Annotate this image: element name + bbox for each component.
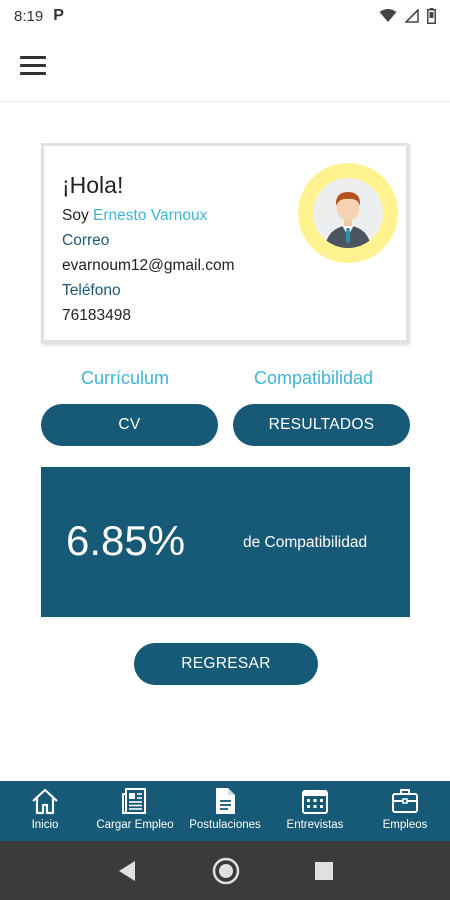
newspaper-icon [122,788,146,814]
system-nav-bar [0,841,450,900]
profile-card: ¡Hola! Soy Ernesto Varnoux Correo evarno… [41,143,409,343]
phone-label: Teléfono [62,282,121,299]
phone-value: 76183498 [62,307,131,324]
recents-icon[interactable] [315,861,333,880]
nav-label-inicio: Inicio [31,819,59,831]
nav-item-entrevistas[interactable]: Entrevistas [270,781,360,841]
cv-button[interactable]: CV [41,404,218,446]
status-time: 8:19 [14,7,44,25]
back-icon[interactable] [117,860,137,882]
nav-item-postulaciones[interactable]: Postulaciones [180,781,270,841]
resultados-button[interactable]: RESULTADOS [233,404,410,446]
battery-icon [427,8,436,24]
menu-icon[interactable] [20,56,46,76]
app-notification-badge: P [53,7,64,24]
home-icon [32,788,58,815]
home-button-icon[interactable] [212,857,240,885]
status-icons [379,8,436,24]
signal-icon [405,9,419,23]
app-bar [0,32,450,102]
avatar-person-icon [313,178,383,248]
wifi-icon [379,9,397,22]
compatibility-percentage: 6.85% [66,517,186,564]
name-line: Soy Ernesto Varnoux [62,203,235,228]
document-icon [216,788,235,814]
status-bar: 8:19 P [0,0,450,32]
calendar-icon [302,790,328,814]
curriculum-label: Currículum [81,368,170,388]
nav-label-empleos: Empleos [382,819,428,831]
avatar [298,163,398,263]
user-name: Ernesto Varnoux [93,207,208,224]
compatibility-label: Compatibilidad [254,368,374,388]
nav-item-empleos[interactable]: Empleos [360,781,450,841]
nav-item-cargar-empleo[interactable]: Cargar Empleo [90,781,180,841]
nav-label-entrevistas: Entrevistas [286,819,344,831]
compatibility-text: de Compatibilidad [243,534,368,551]
nav-item-inicio[interactable]: Inicio [0,781,90,841]
bottom-nav: Inicio Cargar Empleo Postulaciones Entre… [0,781,450,841]
greeting: ¡Hola! [62,172,124,198]
nav-label-postulaciones: Postulaciones [189,819,261,831]
compatibility-panel: 6.85% de Compatibilidad [41,467,410,617]
briefcase-icon [392,789,418,813]
nav-label-cargar-empleo: Cargar Empleo [96,819,174,831]
email-value: evarnoum12@gmail.com [62,257,235,274]
soy-prefix: Soy [62,207,89,224]
email-label: Correo [62,232,110,249]
regresar-button[interactable]: REGRESAR [134,643,318,685]
profile-info: ¡Hola! Soy Ernesto Varnoux Correo evarno… [62,170,235,328]
